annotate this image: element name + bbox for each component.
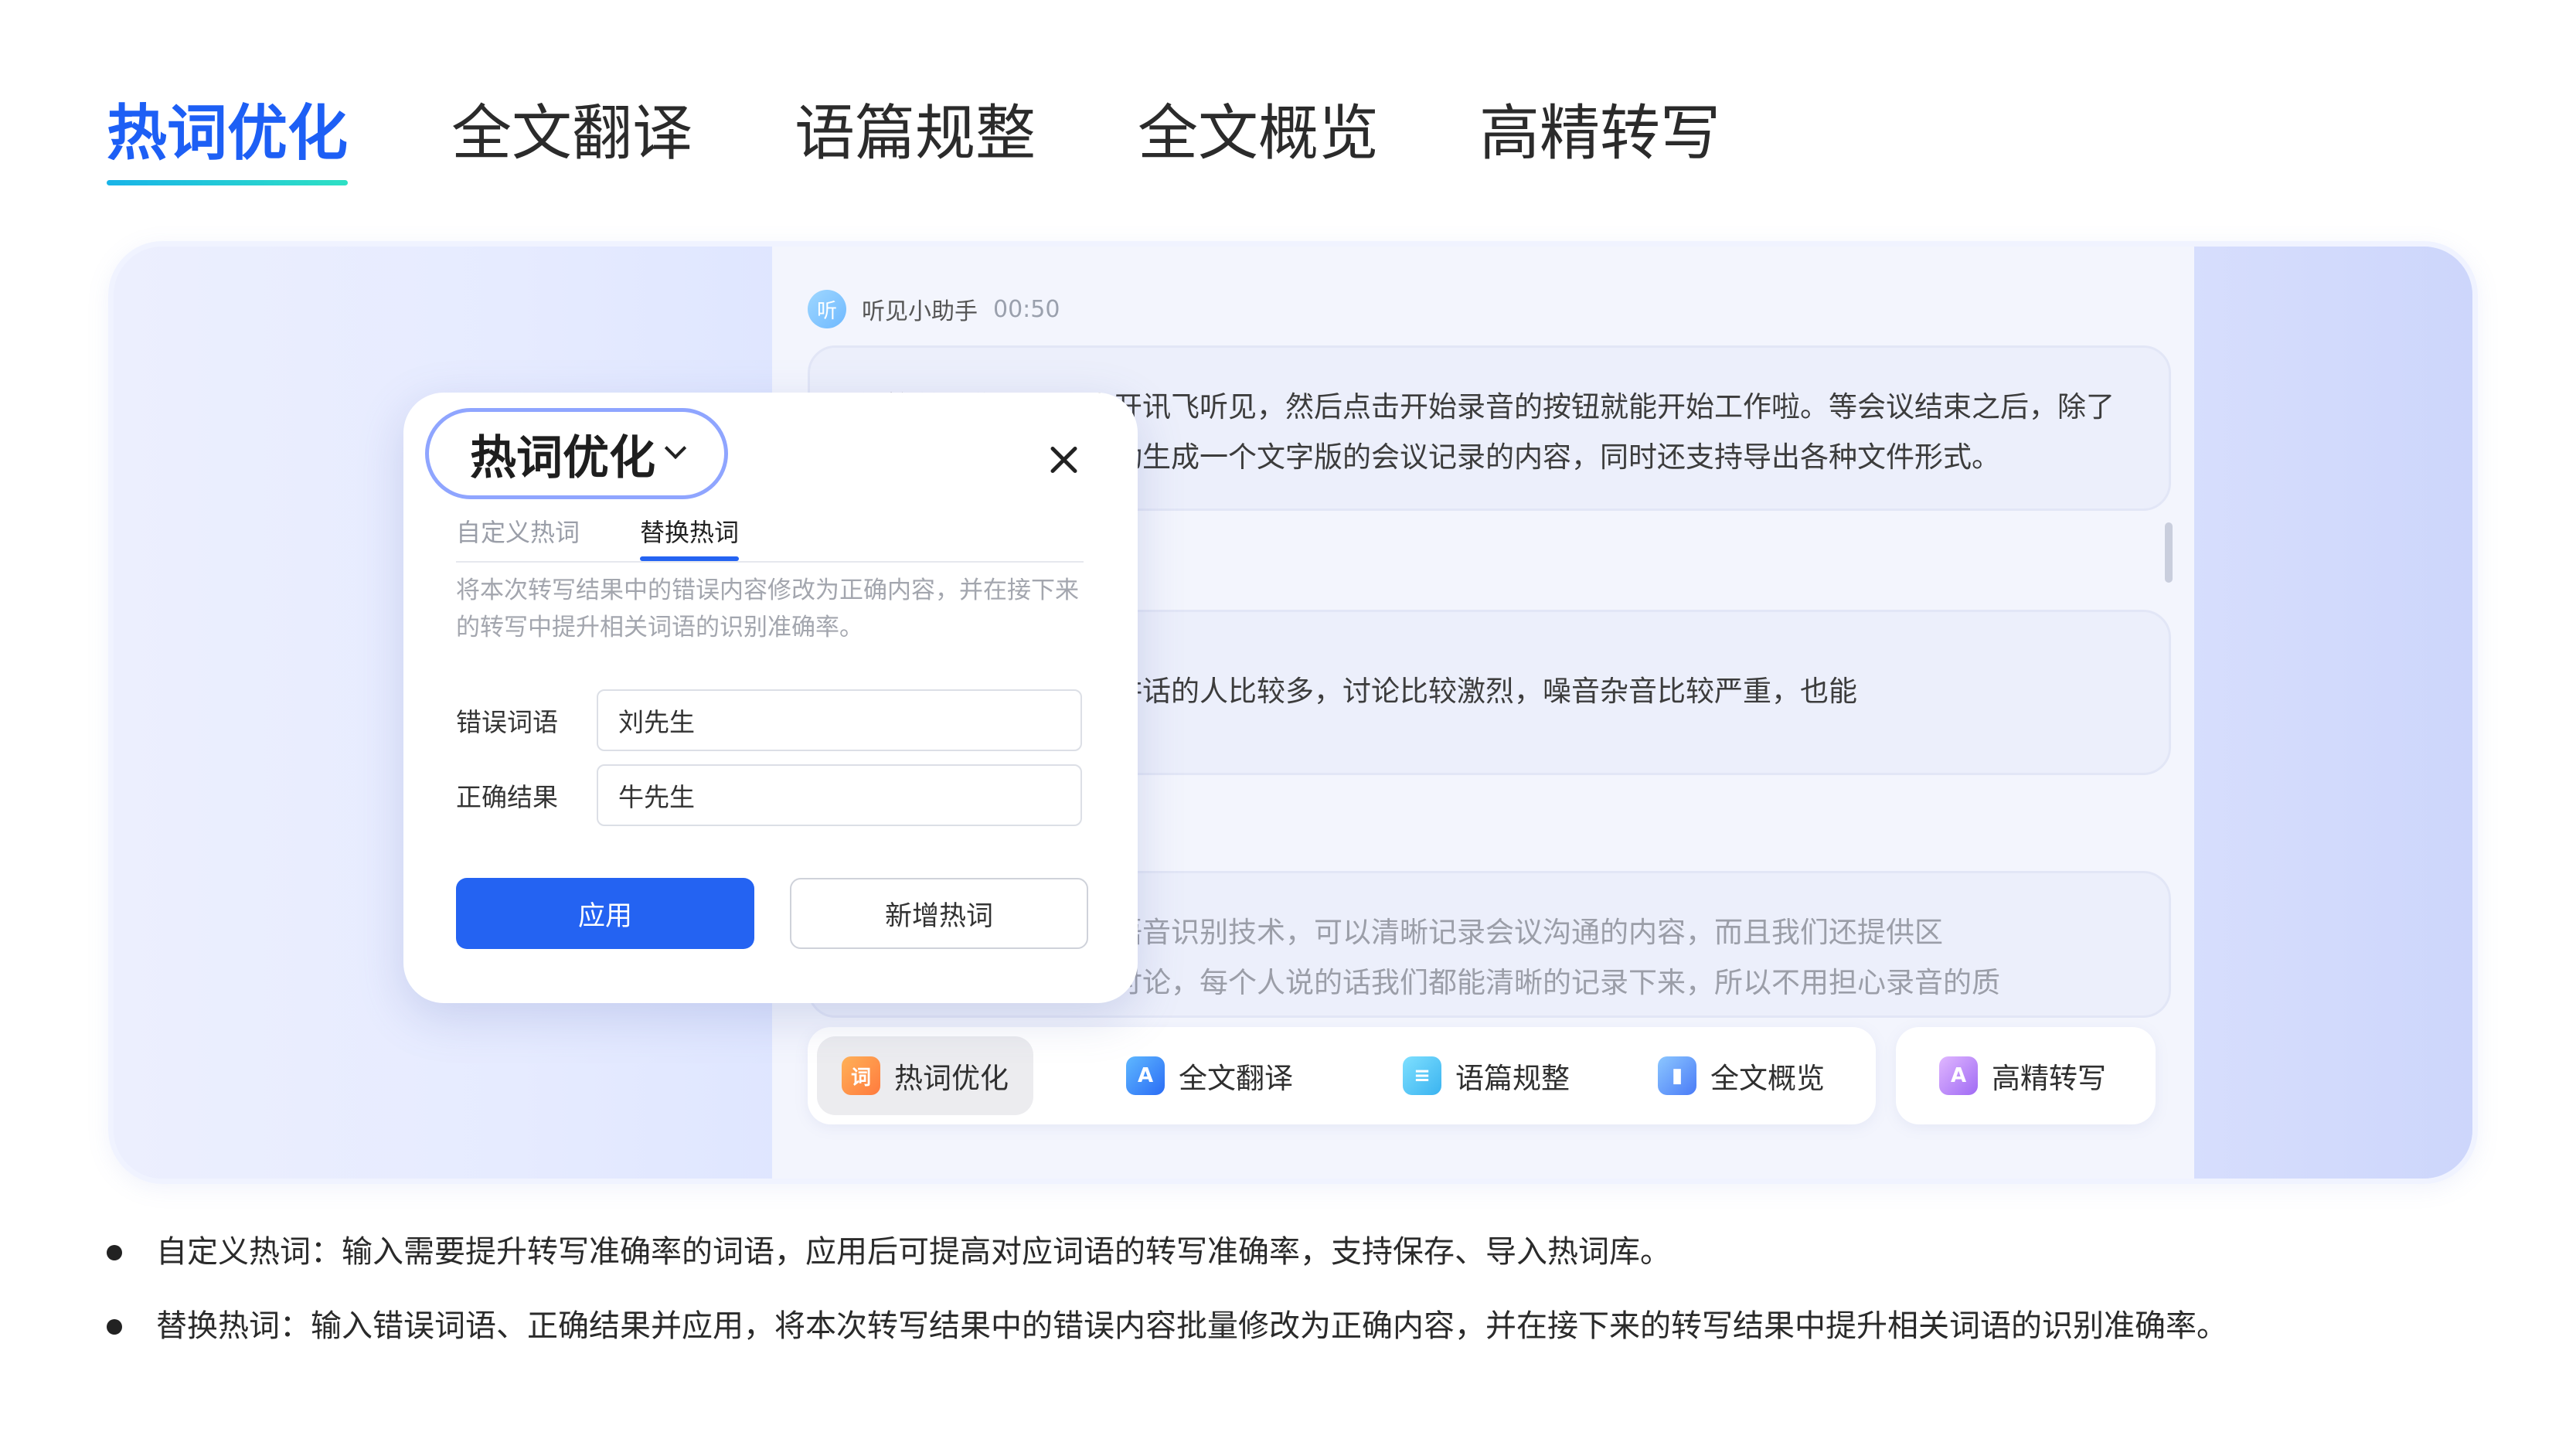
correct-result-label: 正确结果: [456, 782, 558, 812]
tab-overview[interactable]: 全文概览: [1138, 91, 1379, 176]
function-bar-secondary: A 高精转写: [1896, 1027, 2156, 1124]
bullet-text: 替换热词：输入错误词语、正确结果并应用，将本次转写结果中的错误内容批量修改为正确…: [156, 1308, 2227, 1344]
tab-label: 热词优化: [107, 99, 349, 168]
feature-notes: 自定义热词：输入需要提升转写准确率的词语，应用后可提高对应词语的转写准确率，支持…: [105, 1229, 2227, 1377]
close-icon[interactable]: [1045, 440, 1084, 479]
book-overview-icon: ▮: [1658, 1056, 1696, 1095]
func-hotword-button[interactable]: 词 热词优化: [817, 1036, 1033, 1115]
wrong-word-label: 错误词语: [456, 707, 558, 737]
add-hotword-button[interactable]: 新增热词: [790, 878, 1088, 949]
active-tab-indicator: [640, 556, 740, 561]
tab-translate[interactable]: 全文翻译: [451, 91, 692, 176]
active-tab-indicator: [107, 180, 349, 185]
func-label: 语篇规整: [1455, 1062, 1570, 1095]
tab-replace-hotword[interactable]: 替换热词: [640, 513, 740, 561]
dialog-description: 将本次转写结果中的错误内容修改为正确内容，并在接下来的转写中提升相关词语的识别准…: [456, 577, 1079, 641]
tab-label: 替换热词: [640, 518, 740, 547]
bullet-dot: [107, 1319, 122, 1335]
func-label: 高精转写: [1992, 1062, 2106, 1095]
list-item: 自定义热词：输入需要提升转写准确率的词语，应用后可提高对应词语的转写准确率，支持…: [105, 1229, 2227, 1275]
tab-label: 自定义热词: [456, 518, 580, 547]
apply-button[interactable]: 应用: [456, 878, 754, 949]
ci-icon: 词: [842, 1056, 880, 1095]
bullet-dot: [107, 1245, 122, 1260]
func-label: 热词优化: [894, 1062, 1009, 1095]
tab-transcribe[interactable]: 高精转写: [1479, 91, 1720, 176]
bullet-text: 自定义热词：输入需要提升转写准确率的词语，应用后可提高对应词语的转写准确率，支持…: [156, 1234, 1671, 1270]
chat-scrollbar[interactable]: [2165, 522, 2173, 583]
tab-label: 全文概览: [1138, 99, 1380, 168]
func-label: 全文概览: [1710, 1062, 1825, 1095]
translate-icon: A: [1126, 1056, 1165, 1095]
correct-result-input[interactable]: 牛先生: [597, 764, 1082, 826]
function-bar: 词 热词优化 A 全文翻译 ≡ 语篇规整 ▮ 全文概览: [808, 1027, 1876, 1124]
frame-right-background: [2179, 247, 2472, 1179]
chevron-down-icon: [664, 437, 687, 460]
tab-custom-hotword[interactable]: 自定义热词: [456, 513, 580, 549]
func-label: 全文翻译: [1179, 1062, 1293, 1095]
func-translate-button[interactable]: A 全文翻译: [1101, 1036, 1318, 1115]
tab-format[interactable]: 语篇规整: [795, 91, 1036, 176]
message-header: 听 听见小助手 00:50: [808, 290, 1060, 328]
tab-hotword[interactable]: 热词优化: [107, 91, 349, 185]
tab-label: 高精转写: [1479, 99, 1721, 168]
tab-label: 全文翻译: [451, 99, 693, 168]
tab-label: 语篇规整: [795, 99, 1036, 168]
list-item: 替换热词：输入错误词语、正确结果并应用，将本次转写结果中的错误内容批量修改为正确…: [105, 1303, 2227, 1349]
func-overview-button[interactable]: ▮ 全文概览: [1633, 1036, 1849, 1115]
wrong-word-input[interactable]: 刘先生: [597, 689, 1082, 751]
hotword-dialog: 热词优化 自定义热词 替换热词 将本次转写结果中的错误内容修改为正确内容，并在接…: [403, 393, 1138, 1003]
document-format-icon: ≡: [1403, 1056, 1441, 1095]
assistant-avatar: 听: [808, 290, 846, 328]
func-transcribe-button[interactable]: A 高精转写: [1914, 1036, 2131, 1115]
ai-transcribe-icon: A: [1939, 1056, 1978, 1095]
message-time: 00:50: [993, 295, 1060, 323]
dialog-title-dropdown[interactable]: 热词优化: [425, 408, 728, 499]
func-format-button[interactable]: ≡ 语篇规整: [1378, 1036, 1594, 1115]
dialog-tabs: 自定义热词 替换热词: [456, 507, 1084, 563]
assistant-name: 听见小助手: [862, 298, 978, 325]
dialog-title: 热词优化: [470, 430, 655, 485]
